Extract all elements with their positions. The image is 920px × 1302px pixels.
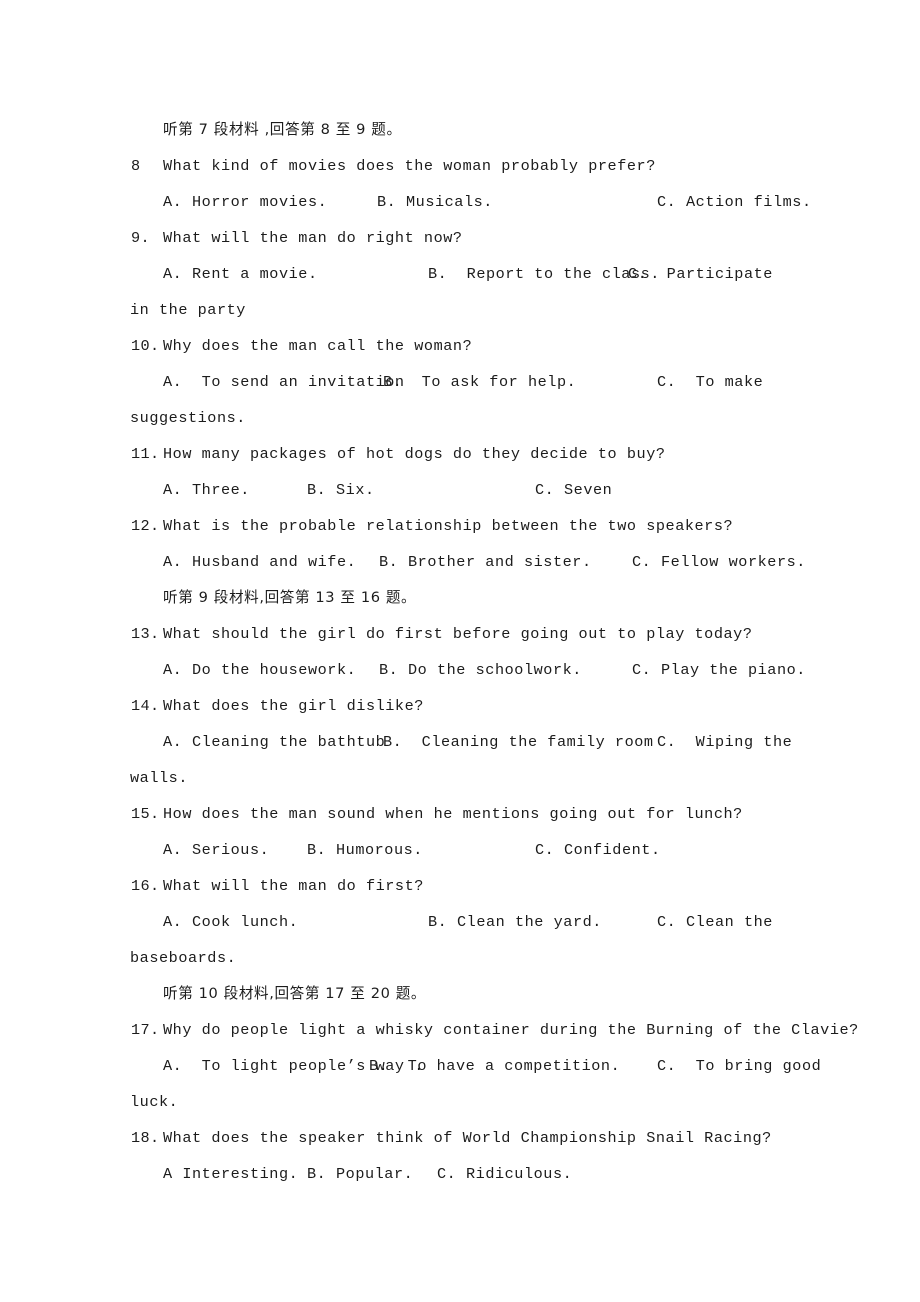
question-9-number: 9.: [131, 229, 151, 247]
question-11-option-b[interactable]: B. Six.: [307, 472, 375, 508]
question-17-option-c-continuation: luck.: [130, 1093, 179, 1111]
question-15-options: A. Serious. B. Humorous. C. Confident.: [131, 832, 803, 868]
question-16-option-a[interactable]: A. Cook lunch.: [163, 904, 298, 940]
question-15-option-c[interactable]: C. Confident.: [535, 832, 661, 868]
question-11: 11. How many packages of hot dogs do the…: [131, 436, 803, 472]
question-15-stem: How does the man sound when he mentions …: [163, 805, 743, 823]
question-12-option-c[interactable]: C. Fellow workers.: [632, 544, 806, 580]
question-8-option-a[interactable]: A. Horror movies.: [163, 184, 327, 220]
question-9-options: A. Rent a movie. B. Report to the class.…: [131, 256, 803, 292]
question-13-option-c[interactable]: C. Play the piano.: [632, 652, 806, 688]
question-10-number: 10.: [131, 337, 160, 355]
question-16-option-b[interactable]: B. Clean the yard.: [428, 904, 602, 940]
question-16-number: 16.: [131, 877, 160, 895]
question-16-option-c-continuation: baseboards.: [130, 949, 237, 967]
question-12-stem: What is the probable relationship betwee…: [163, 517, 734, 535]
question-13-stem: What should the girl do first before goi…: [163, 625, 753, 643]
section-header-material-10: 听第 10 段材料,回答第 17 至 20 题。: [163, 985, 427, 1002]
question-14-option-c-continuation: walls.: [130, 769, 188, 787]
question-13-option-a[interactable]: A. Do the housework.: [163, 652, 356, 688]
question-12-options: A. Husband and wife. B. Brother and sist…: [131, 544, 806, 580]
question-15: 15. How does the man sound when he menti…: [131, 796, 803, 832]
question-11-number: 11.: [131, 445, 160, 463]
question-17-option-c[interactable]: C. To bring good: [657, 1048, 821, 1084]
question-18-option-b[interactable]: B. Popular.: [307, 1156, 413, 1192]
question-14-stem: What does the girl dislike?: [163, 697, 424, 715]
question-17-options: A. To light people’s way . B. To have a …: [131, 1048, 821, 1084]
question-11-option-c[interactable]: C. Seven: [535, 472, 612, 508]
question-9-option-a[interactable]: A. Rent a movie.: [163, 256, 318, 292]
question-14-options: A. Cleaning the bathtub B. Cleaning the …: [131, 724, 803, 760]
question-15-option-b[interactable]: B. Humorous.: [307, 832, 423, 868]
question-10-stem: Why does the man call the woman?: [163, 337, 473, 355]
question-18-stem: What does the speaker think of World Cha…: [163, 1129, 772, 1147]
question-18: 18. What does the speaker think of World…: [131, 1120, 803, 1156]
question-8-option-c[interactable]: C. Action films.: [657, 184, 812, 220]
question-14-option-b[interactable]: B. Cleaning the family room: [383, 724, 654, 760]
question-13-number: 13.: [131, 625, 160, 643]
exam-content-column: 听第 7 段材料 ,回答第 8 至 9 题。 8 What kind of mo…: [130, 112, 858, 1192]
question-14-option-c[interactable]: C. Wiping the: [657, 724, 792, 760]
question-14: 14. What does the girl dislike?: [131, 688, 803, 724]
question-16-option-c[interactable]: C. Clean the: [657, 904, 773, 940]
question-17-option-b[interactable]: B. To have a competition.: [369, 1048, 620, 1084]
question-9-option-c[interactable]: C. Participate: [628, 256, 773, 292]
question-13-option-b[interactable]: B. Do the schoolwork.: [379, 652, 582, 688]
question-18-number: 18.: [131, 1129, 160, 1147]
question-8-options: A. Horror movies. B. Musicals. C. Action…: [131, 184, 811, 220]
question-15-number: 15.: [131, 805, 160, 823]
question-17-number: 17.: [131, 1021, 160, 1039]
question-10-option-c[interactable]: C. To make: [657, 364, 763, 400]
question-11-options: A. Three. B. Six. C. Seven: [131, 472, 803, 508]
section-header-material-9: 听第 9 段材料,回答第 13 至 16 题。: [163, 589, 417, 606]
question-10-option-a[interactable]: A. To send an invitation: [163, 364, 405, 400]
question-9-stem: What will the man do right now?: [163, 229, 463, 247]
question-8-stem: What kind of movies does the woman proba…: [163, 157, 656, 175]
question-10-option-b[interactable]: B. To ask for help.: [383, 364, 576, 400]
question-12-option-a[interactable]: A. Husband and wife.: [163, 544, 356, 580]
question-8-number: 8: [131, 157, 141, 175]
question-11-option-a[interactable]: A. Three.: [163, 472, 250, 508]
question-12-option-b[interactable]: B. Brother and sister.: [379, 544, 592, 580]
question-11-stem: How many packages of hot dogs do they de…: [163, 445, 666, 463]
question-16-options: A. Cook lunch. B. Clean the yard. C. Cle…: [131, 904, 803, 940]
question-10-option-c-continuation: suggestions.: [130, 409, 246, 427]
question-8-option-b[interactable]: B. Musicals.: [377, 184, 493, 220]
section-header-material-7: 听第 7 段材料 ,回答第 8 至 9 题。: [163, 121, 402, 138]
question-18-option-a[interactable]: A Interesting.: [163, 1156, 298, 1192]
question-16-stem: What will the man do first?: [163, 877, 424, 895]
question-9-option-c-continuation: in the party: [130, 301, 246, 319]
question-15-option-a[interactable]: A. Serious.: [163, 832, 269, 868]
question-14-number: 14.: [131, 697, 160, 715]
question-12-number: 12.: [131, 517, 160, 535]
question-14-option-a[interactable]: A. Cleaning the bathtub: [163, 724, 385, 760]
question-17: 17. Why do people light a whisky contain…: [131, 1012, 858, 1048]
question-18-option-c[interactable]: C. Ridiculous.: [437, 1156, 572, 1192]
question-17-stem: Why do people light a whisky container d…: [163, 1021, 859, 1039]
question-16: 16. What will the man do first?: [131, 868, 803, 904]
question-13: 13. What should the girl do first before…: [131, 616, 803, 652]
question-13-options: A. Do the housework. B. Do the schoolwor…: [131, 652, 806, 688]
question-9-option-b[interactable]: B. Report to the class.: [428, 256, 660, 292]
question-9: 9. What will the man do right now?: [131, 220, 803, 256]
question-10-options: A. To send an invitation B. To ask for h…: [131, 364, 803, 400]
question-18-options: A Interesting. B. Popular. C. Ridiculous…: [131, 1156, 803, 1192]
question-12: 12. What is the probable relationship be…: [131, 508, 803, 544]
question-10: 10. Why does the man call the woman?: [131, 328, 803, 364]
document-page: 听第 7 段材料 ,回答第 8 至 9 题。 8 What kind of mo…: [0, 0, 920, 1302]
question-8: 8 What kind of movies does the woman pro…: [131, 148, 803, 184]
